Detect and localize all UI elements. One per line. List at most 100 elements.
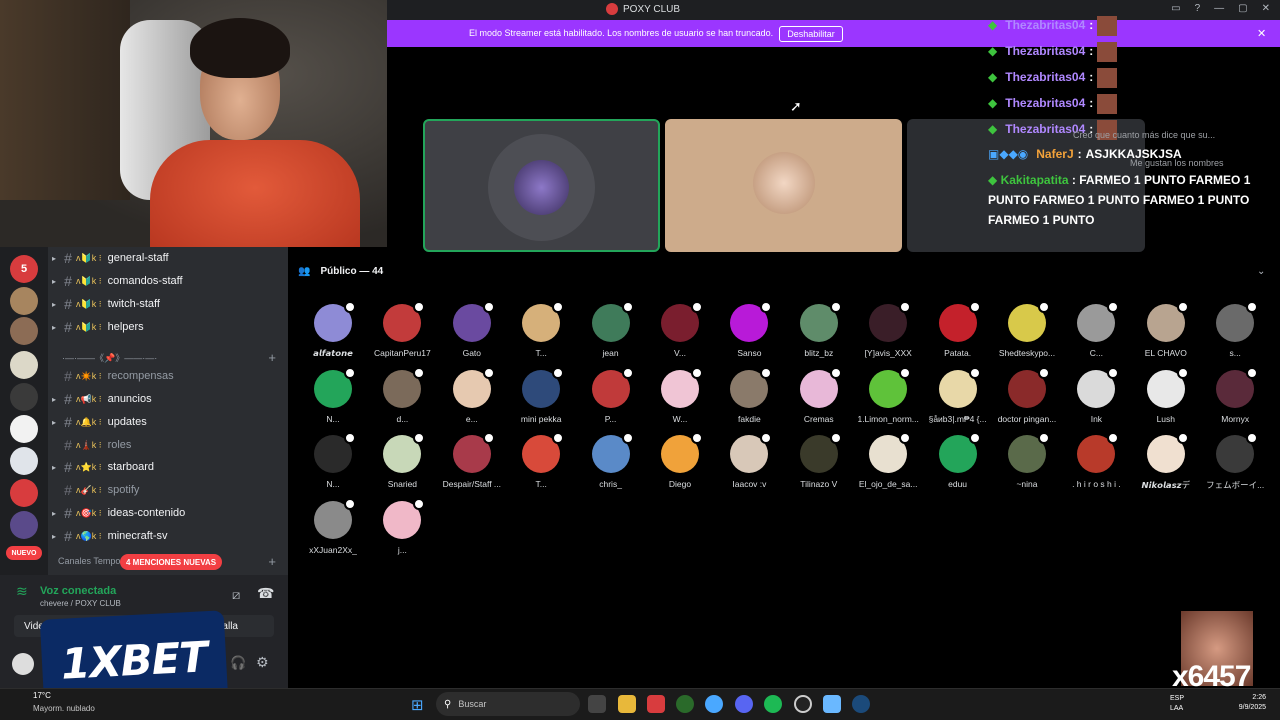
channel-item-helpers[interactable]: ▸ # ᴧ🔰k ⁝ helpers xyxy=(48,316,288,338)
audience-member[interactable]: Iaacov :v xyxy=(715,432,783,489)
audience-member[interactable]: Lush xyxy=(1132,366,1200,424)
server-icon[interactable] xyxy=(10,415,38,443)
audience-member[interactable]: . h i r o s h i . xyxy=(1062,432,1130,489)
audience-member[interactable]: Tilinazo V xyxy=(785,432,853,489)
add-channel-icon[interactable]: + xyxy=(268,554,276,569)
audience-member[interactable]: §åиb3|.m₱4 {... xyxy=(924,366,992,424)
channel-item-spotify[interactable]: # ᴧ🎸k ⁝ spotify xyxy=(48,479,288,501)
audience-member[interactable]: CapitanPeru17 xyxy=(368,301,436,358)
task-view-icon[interactable] xyxy=(588,695,606,713)
server-icon[interactable]: 5 xyxy=(10,255,38,283)
channel-item-minecraft-sv[interactable]: ▸ # ᴧ🌎k ⁝ minecraft-sv xyxy=(48,525,288,547)
audience-member[interactable]: s... xyxy=(1201,301,1269,358)
audience-member[interactable]: N... xyxy=(299,432,367,489)
audience-member[interactable]: ~nina xyxy=(993,432,1061,489)
server-icon[interactable] xyxy=(10,511,38,539)
audience-member[interactable]: Shedteskypo... xyxy=(993,301,1061,358)
audience-member[interactable]: Sanso xyxy=(715,301,783,358)
audience-member[interactable]: fakdie xyxy=(715,366,783,424)
speaker-tile[interactable] xyxy=(665,119,902,252)
audience-member[interactable]: El_ojo_de_sa... xyxy=(854,432,922,489)
discord-icon[interactable] xyxy=(735,695,753,713)
channel-item-updates[interactable]: ▸ # ᴧ🔔k ⁝ updates xyxy=(48,411,288,433)
audience-member[interactable]: doctor pingan... xyxy=(993,366,1061,424)
audience-member[interactable]: T... xyxy=(507,301,575,358)
spotify-icon[interactable] xyxy=(764,695,782,713)
headset-icon[interactable]: 🎧 xyxy=(230,655,246,671)
audience-member[interactable]: Snaried xyxy=(368,432,436,489)
channel-item-anuncios[interactable]: ▸ # ᴧ📢k ⁝ anuncios xyxy=(48,388,288,410)
taskbar-search[interactable]: ⚲ Buscar xyxy=(436,692,580,716)
language-indicator[interactable]: ESP LAA xyxy=(1170,694,1184,714)
server-icon[interactable] xyxy=(10,383,38,411)
weather-temperature[interactable]: 17°C xyxy=(33,691,51,700)
audience-member[interactable]: T... xyxy=(507,432,575,489)
audience-member[interactable]: Despair/Staff ... xyxy=(438,432,506,489)
channel-item-starboard[interactable]: ▸ # ᴧ⭐k ⁝ starboard xyxy=(48,456,288,478)
audience-member[interactable]: eduu xyxy=(924,432,992,489)
server-icon[interactable] xyxy=(10,287,38,315)
app-icon[interactable] xyxy=(647,695,665,713)
add-channel-icon[interactable]: + xyxy=(268,350,276,365)
chrome-icon[interactable] xyxy=(705,695,723,713)
channel-item-twitch-staff[interactable]: ▸ # ᴧ🔰k ⁝ twitch-staff xyxy=(48,293,288,315)
server-icon[interactable] xyxy=(10,479,38,507)
audience-member[interactable]: P... xyxy=(577,366,645,424)
channel-name: anuncios xyxy=(107,393,152,405)
clock[interactable]: 2:26 9/9/2025 xyxy=(1239,693,1266,713)
server-icon[interactable] xyxy=(10,351,38,379)
audience-member[interactable]: N... xyxy=(299,366,367,424)
speaker-tile[interactable] xyxy=(423,119,660,252)
noise-suppression-icon[interactable]: ⧄ xyxy=(232,587,240,603)
server-icon[interactable] xyxy=(10,317,38,345)
category-header[interactable]: ·—·——《📌》——·—· + xyxy=(62,349,288,365)
audience-member[interactable]: フェムボーイ... xyxy=(1201,432,1269,491)
disable-streamer-button[interactable]: Deshabilitar xyxy=(779,26,843,42)
audience-header[interactable]: 👥 Público — 44 xyxy=(298,266,383,277)
audience-member[interactable]: Patata. xyxy=(924,301,992,358)
audience-member[interactable]: blitz_bz xyxy=(785,301,853,358)
avatar[interactable] xyxy=(12,653,34,675)
notepad-icon[interactable] xyxy=(823,695,841,713)
voice-channel[interactable]: chevere / POXY CLUB xyxy=(40,599,121,608)
audience-member[interactable]: d... xyxy=(368,366,436,424)
audience-member[interactable]: 𝙖𝙡𝙛𝙖𝙩𝙤𝙣𝙚 xyxy=(299,301,367,359)
member-name: eduu xyxy=(948,479,968,489)
xbox-icon[interactable] xyxy=(676,695,694,713)
audience-member[interactable]: Gato xyxy=(438,301,506,358)
audience-member[interactable]: V... xyxy=(646,301,714,358)
audience-member[interactable]: mini pekka xyxy=(507,366,575,424)
audience-member[interactable]: [Y]avis_XXX xyxy=(854,301,922,358)
disconnect-icon[interactable]: ☎ xyxy=(257,585,274,602)
audience-member[interactable]: W... xyxy=(646,366,714,424)
audience-member[interactable]: xXJuan2Xx_ xyxy=(299,497,367,555)
temp-category-label[interactable]: Canales Tempo xyxy=(58,556,120,566)
channel-item-recompensas[interactable]: # ᴧ✴️k ⁝ recompensas xyxy=(48,365,288,387)
avatar xyxy=(522,366,565,408)
audience-member[interactable]: C... xyxy=(1062,301,1130,358)
audience-member[interactable]: Ink xyxy=(1062,366,1130,424)
chevron-down-icon[interactable]: ⌄ xyxy=(1257,266,1265,277)
server-icon[interactable] xyxy=(10,447,38,475)
audience-member[interactable]: Diego xyxy=(646,432,714,489)
audience-member[interactable]: j... xyxy=(368,497,436,555)
audience-member[interactable]: EL CHAVO xyxy=(1132,301,1200,358)
mentions-badge[interactable]: 4 MENCIONES NUEVAS xyxy=(120,554,223,570)
file-explorer-icon[interactable] xyxy=(618,695,636,713)
channel-item-comandos-staff[interactable]: ▸ # ᴧ🔰k ⁝ comandos-staff xyxy=(48,270,288,292)
windows-start-icon[interactable]: ⊞ xyxy=(411,696,424,714)
audience-member[interactable]: Mornyx xyxy=(1201,366,1269,424)
audience-member[interactable]: 1.Limon_norm... xyxy=(854,366,922,424)
obs-icon[interactable] xyxy=(794,695,812,713)
channel-item-general-staff[interactable]: ▸ # ᴧ🔰k ⁝ general-staff xyxy=(48,247,288,269)
channel-item-roles[interactable]: # ᴧ🗼k ⁝ roles xyxy=(48,434,288,456)
audience-member[interactable]: 𝙉𝙞𝙠𝙤𝙡𝙖𝙨𝙯デ xyxy=(1132,432,1200,491)
channel-item-ideas-contenido[interactable]: ▸ # ᴧ🎯k ⁝ ideas-contenido xyxy=(48,502,288,524)
weather-description[interactable]: Mayorm. nublado xyxy=(33,704,95,713)
audience-member[interactable]: e... xyxy=(438,366,506,424)
audience-member[interactable]: chris_ xyxy=(577,432,645,489)
steam-icon[interactable] xyxy=(852,695,870,713)
audience-member[interactable]: jean xyxy=(577,301,645,358)
gear-icon[interactable]: ⚙ xyxy=(256,654,269,671)
audience-member[interactable]: Cremas xyxy=(785,366,853,424)
